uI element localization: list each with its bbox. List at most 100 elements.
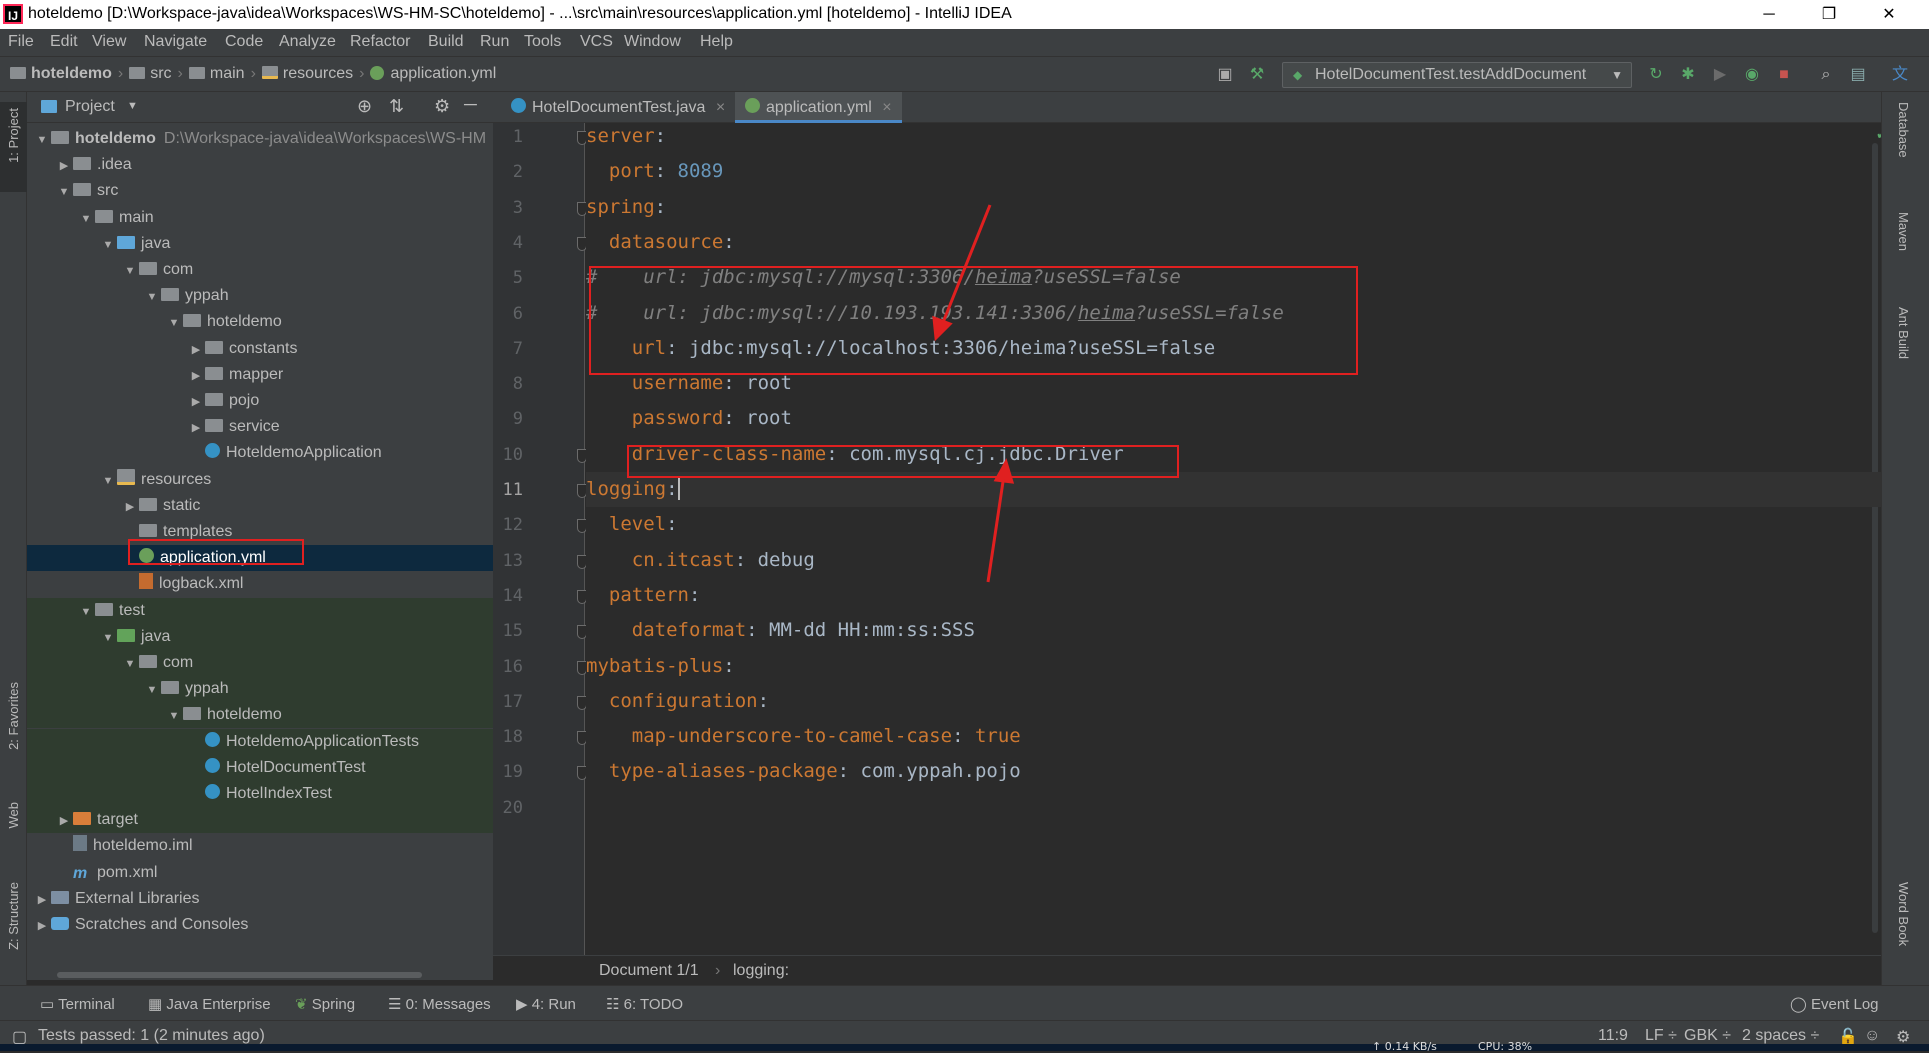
code-line[interactable]: server: bbox=[586, 123, 1881, 154]
tree-item-mapper[interactable]: ▶ mapper bbox=[27, 362, 493, 388]
tree-item-pom-xml[interactable]: m pom.xml bbox=[27, 860, 493, 886]
restore-button[interactable]: ❐ bbox=[1801, 0, 1857, 29]
chevron-down-icon[interactable]: ▼ bbox=[143, 677, 161, 703]
crumb-main[interactable]: main bbox=[210, 65, 245, 82]
chevron-down-icon[interactable]: ▼ bbox=[99, 625, 117, 651]
run-configuration-select[interactable]: ◆ HotelDocumentTest.testAddDocument ▼ bbox=[1282, 62, 1632, 88]
line-separator[interactable]: LF ÷ bbox=[1645, 1027, 1677, 1045]
project-tool-tab[interactable]: 1: Project bbox=[0, 102, 27, 192]
translate-icon[interactable]: 文 bbox=[1890, 65, 1910, 85]
menu-refactor[interactable]: Refactor bbox=[350, 33, 410, 51]
chevron-down-icon[interactable]: ▼ bbox=[143, 284, 161, 310]
favorites-tool-tab[interactable]: 2: Favorites bbox=[6, 682, 21, 750]
menu-help[interactable]: Help bbox=[700, 33, 733, 51]
chevron-down-icon[interactable]: ▼ bbox=[127, 100, 138, 112]
chevron-down-icon[interactable]: ▼ bbox=[55, 179, 73, 205]
chevron-down-icon[interactable]: ▼ bbox=[33, 127, 51, 153]
project-view-title[interactable]: Project bbox=[65, 98, 115, 116]
tree-item-hotelindextest[interactable]: HotelIndexTest bbox=[27, 781, 493, 807]
word-book-tool-tab[interactable]: Word Book bbox=[1896, 882, 1911, 946]
code-line[interactable]: spring: bbox=[586, 190, 1881, 225]
rerun-icon[interactable]: ↻ bbox=[1646, 65, 1666, 85]
search-icon[interactable]: ⌕ bbox=[1816, 65, 1836, 85]
hide-panel-icon[interactable]: ─ bbox=[464, 94, 477, 115]
spring-tab[interactable]: ❦ Spring bbox=[295, 995, 355, 1013]
tree-item-hoteldocumenttest[interactable]: HotelDocumentTest bbox=[27, 754, 493, 781]
code-line[interactable]: configuration: bbox=[586, 684, 1881, 719]
tree-item-main[interactable]: ▼ main bbox=[27, 205, 493, 231]
code-line[interactable]: url: jdbc:mysql://localhost:3306/heima?u… bbox=[586, 331, 1881, 366]
tree-item-hoteldemo[interactable]: ▼ hoteldemo bbox=[27, 702, 493, 729]
run-tab[interactable]: ▶ 4: Run bbox=[516, 995, 576, 1013]
database-tool-tab[interactable]: Database bbox=[1896, 102, 1911, 158]
crumb-src[interactable]: src bbox=[150, 65, 171, 82]
menu-analyze[interactable]: Analyze bbox=[279, 33, 336, 51]
tree-item-hoteldemoapplicationtests[interactable]: HoteldemoApplicationTests bbox=[27, 728, 493, 755]
indent-setting[interactable]: 2 spaces ÷ bbox=[1742, 1027, 1819, 1045]
tree-item--idea[interactable]: ▶ .idea bbox=[27, 152, 493, 178]
crumb-resources[interactable]: resources bbox=[283, 65, 353, 82]
menu-build[interactable]: Build bbox=[428, 33, 464, 51]
code-line[interactable]: cn.itcast: debug bbox=[586, 543, 1881, 578]
collapse-all-icon[interactable]: ⇅ bbox=[389, 96, 404, 117]
breadcrumb-document[interactable]: Document 1/1 bbox=[599, 962, 699, 980]
menu-edit[interactable]: Edit bbox=[50, 33, 78, 51]
tree-item-scratches-and-consoles[interactable]: ▶ Scratches and Consoles bbox=[27, 912, 493, 938]
menu-navigate[interactable]: Navigate bbox=[144, 33, 207, 51]
code-line[interactable]: port: 8089 bbox=[586, 154, 1881, 189]
menu-file[interactable]: File bbox=[8, 33, 34, 51]
chevron-down-icon[interactable]: ▼ bbox=[165, 703, 183, 729]
chevron-right-icon[interactable]: ▶ bbox=[121, 494, 139, 520]
code-line[interactable]: mybatis-plus: bbox=[586, 649, 1881, 684]
tree-item-target[interactable]: ▶ target bbox=[27, 807, 493, 834]
chevron-right-icon[interactable]: ▶ bbox=[33, 887, 51, 913]
chevron-right-icon[interactable]: ▶ bbox=[187, 415, 205, 441]
event-log-tab[interactable]: ◯ Event Log bbox=[1790, 995, 1879, 1013]
tree-item-yppah[interactable]: ▼ yppah bbox=[27, 676, 493, 703]
chevron-down-icon[interactable]: ▼ bbox=[77, 599, 95, 625]
chevron-right-icon[interactable]: ▶ bbox=[55, 153, 73, 179]
tree-item-hoteldemo[interactable]: ▼ hoteldemo bbox=[27, 309, 493, 335]
code-line[interactable]: username: root bbox=[586, 366, 1881, 401]
gear-icon[interactable]: ⚙ bbox=[434, 96, 450, 117]
horizontal-scrollbar[interactable] bbox=[57, 972, 422, 978]
status-message[interactable]: Tests passed: 1 (2 minutes ago) bbox=[38, 1027, 265, 1045]
java-enterprise-tab[interactable]: ▦ Java Enterprise bbox=[148, 995, 271, 1013]
crumb-project[interactable]: hoteldemo bbox=[31, 65, 112, 82]
messages-tab[interactable]: ☰ 0: Messages bbox=[388, 995, 491, 1013]
stop-icon[interactable]: ■ bbox=[1774, 65, 1794, 85]
code-line[interactable]: # url: jdbc:mysql://mysql:3306/heima?use… bbox=[586, 260, 1881, 295]
close-button[interactable]: ✕ bbox=[1861, 0, 1917, 29]
tree-item-pojo[interactable]: ▶ pojo bbox=[27, 388, 493, 414]
chevron-down-icon[interactable]: ▼ bbox=[99, 232, 117, 258]
code-line[interactable]: logging: bbox=[586, 472, 1881, 507]
inspector-icon[interactable]: ☺ bbox=[1864, 1027, 1880, 1045]
maven-tool-tab[interactable]: Maven bbox=[1896, 212, 1911, 251]
ant-build-tool-tab[interactable]: Ant Build bbox=[1896, 307, 1911, 359]
tree-item-logback-xml[interactable]: logback.xml bbox=[27, 571, 493, 597]
tree-item-constants[interactable]: ▶ constants bbox=[27, 336, 493, 362]
tree-item-java[interactable]: ▼ java bbox=[27, 231, 493, 257]
code-line[interactable]: driver-class-name: com.mysql.cj.jdbc.Dri… bbox=[586, 437, 1881, 472]
tree-item-templates[interactable]: templates bbox=[27, 519, 493, 545]
tree-item-static[interactable]: ▶ static bbox=[27, 493, 493, 519]
coverage-icon[interactable]: ◉ bbox=[1742, 65, 1762, 85]
chevron-down-icon[interactable]: ▼ bbox=[165, 310, 183, 336]
menu-vcs[interactable]: VCS bbox=[580, 33, 613, 51]
chevron-down-icon[interactable]: ▼ bbox=[121, 651, 139, 677]
build-hammer-icon[interactable]: ⚒ bbox=[1247, 65, 1267, 85]
code-line[interactable]: type-aliases-package: com.yppah.pojo bbox=[586, 754, 1881, 789]
chevron-right-icon[interactable]: ▶ bbox=[187, 337, 205, 363]
chevron-down-icon[interactable]: ▼ bbox=[77, 206, 95, 232]
code-line[interactable]: # url: jdbc:mysql://10.193.193.141:3306/… bbox=[586, 296, 1881, 331]
minimize-button[interactable]: ─ bbox=[1741, 0, 1797, 29]
tree-item-yppah[interactable]: ▼ yppah bbox=[27, 283, 493, 309]
code-editor[interactable]: ✔ server: port: 8089spring: datasource:#… bbox=[586, 123, 1881, 955]
code-line[interactable]: dateformat: MM-dd HH:mm:ss:SSS bbox=[586, 613, 1881, 648]
todo-tab[interactable]: ☷ 6: TODO bbox=[606, 995, 683, 1013]
locate-target-icon[interactable]: ⊕ bbox=[357, 96, 372, 117]
project-settings-icon[interactable]: ▤ bbox=[1848, 65, 1868, 85]
tree-item-com[interactable]: ▼ com bbox=[27, 650, 493, 676]
tab-hoteldocumenttest[interactable]: HotelDocumentTest.java × bbox=[501, 92, 735, 123]
code-line[interactable]: datasource: bbox=[586, 225, 1881, 260]
